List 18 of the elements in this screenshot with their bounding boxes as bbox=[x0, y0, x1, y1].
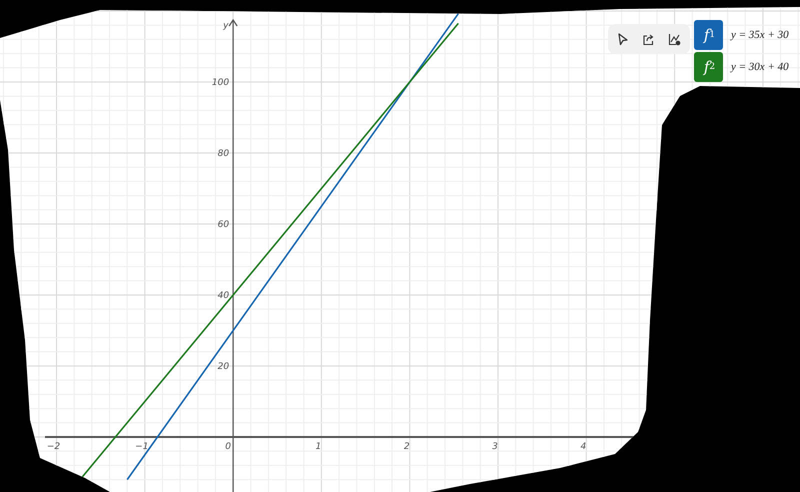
tick-label: 2 bbox=[404, 442, 410, 452]
tick-label: 3 bbox=[492, 442, 498, 452]
share-icon[interactable] bbox=[642, 32, 655, 46]
tick-label: 40 bbox=[218, 290, 230, 301]
axis-label: y bbox=[223, 21, 228, 31]
tick-label: 60 bbox=[218, 220, 230, 230]
tick-label: −2 bbox=[46, 442, 60, 452]
graph-settings-icon[interactable] bbox=[668, 32, 681, 46]
tick-label: 1 bbox=[316, 442, 322, 452]
function-equation[interactable]: y = 35x + 30 bbox=[731, 29, 789, 41]
tick-label: 100 bbox=[212, 78, 230, 88]
tick-label: 0 bbox=[225, 442, 231, 452]
tick-label: 80 bbox=[218, 149, 230, 159]
pointer-icon[interactable] bbox=[617, 32, 629, 46]
tick-label: 4 bbox=[580, 442, 586, 452]
function-equation[interactable]: y = 30x + 40 bbox=[731, 61, 789, 73]
tick-label: −1 bbox=[135, 442, 148, 452]
tick-label: 20 bbox=[218, 362, 230, 372]
